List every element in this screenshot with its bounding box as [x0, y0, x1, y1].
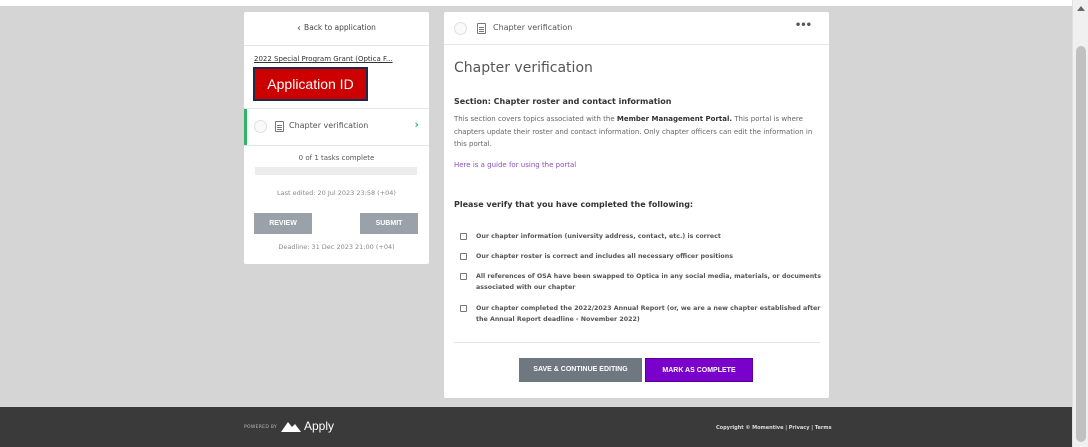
task-status-circle-icon [454, 22, 467, 35]
verify-heading: Please verify that you have completed th… [454, 200, 694, 209]
portal-name: Member Management Portal. [616, 115, 733, 123]
scrollbar[interactable] [1072, 0, 1088, 447]
divider [454, 342, 820, 343]
back-to-application-link[interactable]: ‹ Back to application [244, 23, 429, 34]
document-icon [275, 121, 284, 132]
checkbox[interactable] [460, 233, 467, 240]
task-content-card: Chapter verification ••• Chapter verific… [444, 12, 829, 398]
mark-complete-button[interactable]: MARK AS COMPLETE [645, 358, 753, 382]
portal-guide-link[interactable]: Here is a guide for using the portal [454, 161, 576, 169]
last-edited-text: Last edited: 20 Jul 2023 23:58 (+04) [277, 189, 396, 197]
task-progress-bar [255, 167, 417, 175]
section-heading: Section: Chapter roster and contact info… [454, 97, 672, 106]
divider [244, 45, 429, 46]
checklist-item-label: All references of OSA have been swapped … [476, 273, 821, 291]
divider [244, 145, 429, 146]
submit-button[interactable]: SUBMIT [360, 213, 418, 234]
review-button[interactable]: REVIEW [254, 213, 312, 234]
deadline-text: Deadline: 31 Dec 2023 21:00 (+04) [278, 243, 395, 251]
scroll-thumb[interactable] [1076, 46, 1086, 442]
tasks-complete-text: 0 of 1 tasks complete [298, 154, 375, 162]
task-sidebar-card: ‹ Back to application 2022 Special Progra… [244, 12, 429, 264]
top-strip [0, 0, 1072, 6]
checklist-item-label: Our chapter completed the 2022/2023 Annu… [476, 305, 821, 323]
apply-brand-text: Apply [304, 419, 335, 433]
checkbox[interactable] [460, 305, 467, 312]
chevron-right-icon: › [414, 118, 419, 131]
footer: POWERED BY Apply Copyright © Momentive |… [0, 407, 1072, 447]
task-header: Chapter verification ••• [444, 12, 829, 45]
application-id-box: Application ID [253, 67, 368, 101]
checklist-item-label: Our chapter information (university addr… [476, 233, 721, 240]
checklist-item-label: Our chapter roster is correct and includ… [476, 253, 733, 260]
checkbox[interactable] [460, 253, 467, 260]
grant-title-link[interactable]: 2022 Special Program Grant (Optica F... [254, 55, 393, 63]
task-item-chapter-verification[interactable]: Chapter verification › [244, 109, 429, 145]
task-item-label: Chapter verification [289, 121, 369, 130]
more-options-icon[interactable]: ••• [795, 20, 812, 31]
back-link-label: Back to application [304, 23, 376, 32]
powered-by-text: POWERED BY [244, 425, 278, 430]
section-description: This section covers topics associated wi… [454, 115, 813, 148]
document-icon [477, 23, 486, 34]
task-header-title: Chapter verification [493, 23, 573, 32]
page-title: Chapter verification [454, 60, 593, 76]
apply-logo-icon [281, 422, 301, 432]
save-continue-button[interactable]: SAVE & CONTINUE EDITING [519, 358, 642, 382]
copyright-links[interactable]: Copyright © Momentive | Privacy | Terms [716, 425, 832, 431]
checkbox[interactable] [460, 273, 467, 280]
chevron-left-icon: ‹ [297, 23, 302, 34]
task-status-circle-icon [254, 120, 267, 133]
scroll-up-arrow-icon[interactable] [1077, 6, 1085, 11]
